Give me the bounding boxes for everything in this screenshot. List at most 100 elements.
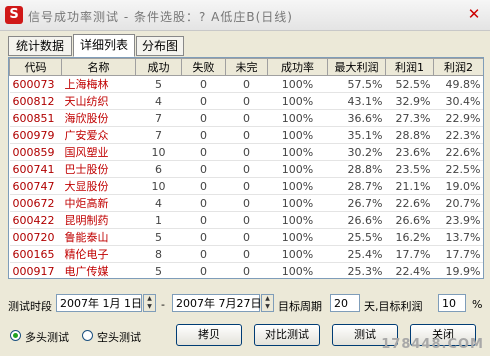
table-cell: 0 — [181, 143, 226, 161]
column-header[interactable]: 成功率 — [267, 58, 328, 76]
end-date-field[interactable]: 2007年 7月27日 — [172, 294, 262, 312]
column-header[interactable]: 代码 — [9, 58, 62, 76]
table-cell: 32.9% — [385, 92, 434, 110]
column-header[interactable]: 名称 — [61, 58, 136, 76]
tab-distribution[interactable]: 分布图 — [136, 36, 184, 56]
results-grid[interactable]: 代码 名称 成功 失败 未完 成功率 最大利润 利润1 利润2 600073 上海梅林 5 0 0 100… — [8, 57, 484, 279]
end-date-spinner[interactable]: ▲ ▼ — [261, 294, 274, 312]
table-cell: 100% — [267, 75, 328, 93]
table-cell: 0 — [225, 126, 268, 144]
table-cell: 26.6% — [385, 211, 434, 229]
table-cell: 天山纺织 — [61, 92, 136, 110]
table-cell: 4 — [135, 194, 182, 212]
table-cell: 0 — [225, 160, 268, 178]
target-profit-label: 天,目标利润 — [364, 300, 423, 313]
table-cell: 26.6% — [327, 211, 386, 229]
compare-test-button[interactable]: 对比测试 — [254, 324, 320, 346]
table-cell: 600812 — [9, 92, 62, 110]
table-cell: 28.7% — [327, 177, 386, 195]
table-cell: 0 — [225, 228, 268, 246]
column-header[interactable]: 未完 — [225, 58, 268, 76]
table-cell: 13.7% — [433, 228, 483, 246]
table-row[interactable]: 600979 广安爱众 7 0 0 100% 35.1% 28.8% 22.3% — [9, 126, 483, 144]
table-cell: 100% — [267, 143, 328, 161]
column-header[interactable]: 利润1 — [385, 58, 434, 76]
table-row[interactable]: 600422 昆明制药 1 0 0 100% 26.6% 26.6% 23.9% — [9, 211, 483, 229]
table-header-row: 代码 名称 成功 失败 未完 成功率 最大利润 利润1 利润2 — [9, 58, 483, 76]
table-cell: 0 — [225, 262, 268, 278]
short-test-label[interactable]: 空头测试 — [97, 329, 141, 345]
table-cell: 20.7% — [433, 194, 483, 212]
tab-detail-list[interactable]: 详细列表 — [73, 34, 135, 57]
table-cell: 23.6% — [385, 143, 434, 161]
table-cell: 30.2% — [327, 143, 386, 161]
table-cell: 100% — [267, 194, 328, 212]
table-cell: 0 — [181, 211, 226, 229]
table-cell: 0 — [181, 262, 226, 278]
table-cell: 7 — [135, 126, 182, 144]
start-date-field[interactable]: 2007年 1月 1日 — [56, 294, 142, 312]
table-cell: 国风塑业 — [61, 143, 136, 161]
long-test-radio[interactable] — [10, 330, 21, 341]
table-cell: 600747 — [9, 177, 62, 195]
table-cell: 28.8% — [327, 160, 386, 178]
table-row[interactable]: 600747 大显股份 10 0 0 100% 28.7% 21.1% 19.0% — [9, 177, 483, 195]
table-cell: 19.9% — [433, 262, 483, 278]
table-row[interactable]: 000720 鲁能泰山 5 0 0 100% 25.5% 16.2% 13.7% — [9, 228, 483, 246]
table-cell: 5 — [135, 75, 182, 93]
table-cell: 22.6% — [385, 194, 434, 212]
start-date-spinner[interactable]: ▲ ▼ — [143, 294, 156, 312]
table-cell: 23.5% — [385, 160, 434, 178]
table-cell: 100% — [267, 160, 328, 178]
table-cell: 0 — [181, 194, 226, 212]
table-row[interactable]: 600812 天山纺织 4 0 0 100% 43.1% 32.9% 30.4% — [9, 92, 483, 110]
column-header[interactable]: 成功 — [135, 58, 182, 76]
table-row[interactable]: 600165 精伦电子 8 0 0 100% 25.4% 17.7% 17.7% — [9, 245, 483, 263]
target-period-label: 目标周期 — [278, 300, 322, 313]
table-cell: 57.5% — [327, 75, 386, 93]
target-period-input[interactable]: 20 — [330, 294, 360, 312]
column-header[interactable]: 失败 — [181, 58, 226, 76]
table-cell: 0 — [181, 92, 226, 110]
test-period-label: 测试时段 — [8, 300, 52, 313]
table-row[interactable]: 600741 巴士股份 6 0 0 100% 28.8% 23.5% 22.5% — [9, 160, 483, 178]
copy-button[interactable]: 拷贝 — [176, 324, 242, 346]
column-header[interactable]: 最大利润 — [327, 58, 386, 76]
window-title: 信号成功率测试 - 条件选股：? A低庄B(日线) — [28, 10, 293, 24]
close-icon[interactable]: ✕ — [466, 6, 482, 22]
table-row[interactable]: 600073 上海梅林 5 0 0 100% 57.5% 52.5% 49.8% — [9, 75, 483, 93]
table-cell: 600851 — [9, 109, 62, 127]
table-cell: 广安爱众 — [61, 126, 136, 144]
table-cell: 100% — [267, 177, 328, 195]
table-cell: 昆明制药 — [61, 211, 136, 229]
table-cell: 000672 — [9, 194, 62, 212]
table-cell: 100% — [267, 245, 328, 263]
date-range-separator: - — [161, 298, 165, 311]
column-header[interactable]: 利润2 — [433, 58, 483, 76]
table-cell: 600073 — [9, 75, 62, 93]
short-test-radio[interactable] — [82, 330, 93, 341]
app-logo-icon: S — [5, 6, 23, 24]
target-profit-input[interactable]: 10 — [438, 294, 466, 312]
table-cell: 0 — [181, 75, 226, 93]
table-cell: 大显股份 — [61, 177, 136, 195]
table-row[interactable]: 000859 国风塑业 10 0 0 100% 30.2% 23.6% 22.6% — [9, 143, 483, 161]
table-cell: 17.7% — [433, 245, 483, 263]
table-cell: 0 — [225, 109, 268, 127]
table-cell: 10 — [135, 143, 182, 161]
table-cell: 0 — [181, 245, 226, 263]
table-cell: 100% — [267, 92, 328, 110]
table-cell: 0 — [225, 92, 268, 110]
table-row[interactable]: 600851 海欣股份 7 0 0 100% 36.6% 27.3% 22.9% — [9, 109, 483, 127]
table-row[interactable]: 000672 中炬高新 4 0 0 100% 26.7% 22.6% 20.7% — [9, 194, 483, 212]
tab-statistics[interactable]: 统计数据 — [8, 36, 72, 56]
table-cell: 0 — [225, 143, 268, 161]
table-cell: 0 — [225, 194, 268, 212]
table-cell: 600422 — [9, 211, 62, 229]
table-cell: 36.6% — [327, 109, 386, 127]
table-cell: 0 — [225, 211, 268, 229]
table-row[interactable]: 000917 电广传媒 5 0 0 100% 25.3% 22.4% 19.9% — [9, 262, 483, 278]
long-test-label[interactable]: 多头测试 — [25, 329, 69, 345]
table-cell: 000859 — [9, 143, 62, 161]
table-cell: 000720 — [9, 228, 62, 246]
